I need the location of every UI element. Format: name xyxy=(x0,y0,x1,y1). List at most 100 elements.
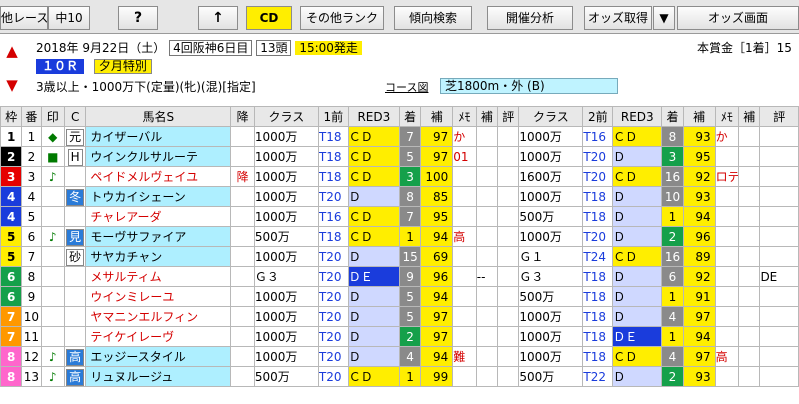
cell-r2: ＣＤ xyxy=(612,246,663,267)
column-header-10[interactable]: 補 xyxy=(420,106,454,127)
table-row[interactable]: 4 4 冬トウカイシェーン 1000万 T20 Ｄ 8 85 1000万 T18 Ｄ 10 93 xyxy=(0,186,799,207)
column-header-8[interactable]: RED3 xyxy=(347,106,400,127)
column-header-13[interactable]: 評 xyxy=(497,106,520,127)
cell-h1: 97 xyxy=(420,146,454,167)
cell-r1: Ｄ xyxy=(347,306,400,327)
cell-hb1 xyxy=(475,226,499,247)
cell-mark: ♪ xyxy=(40,346,66,367)
table-row[interactable]: 1 1 ◆ 元カイザーバル 1000万 T18 ＣＤ 7 97 か 1000万 T16 ＣＤ 8 93 か xyxy=(0,126,799,147)
table-row[interactable]: 8 12 ♪ 高エッジースタイル 1000万 T20 Ｄ 4 94 難 1000万 T18 ＣＤ 4 97 高 xyxy=(0,346,799,367)
column-header-12[interactable]: 補 xyxy=(475,106,499,127)
table-row[interactable]: 6 9 ウインミレーユ 1000万 T20 Ｄ 5 94 500万 T18 Ｄ 1 91 xyxy=(0,286,799,307)
odds-dropdown-button[interactable]: ▼ xyxy=(653,6,675,30)
help-button[interactable]: ? xyxy=(118,6,158,30)
cell-name[interactable]: ペイドメルヴェイユ xyxy=(85,166,232,187)
race-prize: 本賞金［1着］15 xyxy=(697,41,792,55)
column-header-6[interactable]: クラス xyxy=(253,106,319,127)
column-header-1[interactable]: 番 xyxy=(21,106,42,127)
table-row[interactable]: 4 5 チャレアーダ 1000万 T16 ＣＤ 7 95 500万 T18 Ｄ 1 94 xyxy=(0,206,799,227)
column-header-14[interactable]: クラス xyxy=(518,106,584,127)
cell-name[interactable]: チャレアーダ xyxy=(85,206,232,227)
cell-name[interactable]: サヤカチャン xyxy=(85,246,232,267)
column-header-18[interactable]: 補 xyxy=(682,106,716,127)
course-select-button[interactable]: 中10 xyxy=(48,6,90,30)
cell-mark xyxy=(40,186,66,207)
cell-t2: T18 xyxy=(582,186,614,207)
odds-fetch-button[interactable]: オッズ取得 xyxy=(584,6,652,30)
cell-waku: 8 xyxy=(0,366,23,387)
cell-cls2: 1000万 xyxy=(518,226,584,247)
cell-cls1: 1000万 xyxy=(253,286,319,307)
trend-search-button[interactable]: 傾向検索 xyxy=(394,6,472,30)
column-header-19[interactable]: ﾒﾓ xyxy=(714,106,740,127)
up-button[interactable]: ↑ xyxy=(198,6,238,30)
cell-name[interactable]: トウカイシェーン xyxy=(85,186,232,207)
cell-h1: 96 xyxy=(420,266,454,287)
column-header-0[interactable]: 枠 xyxy=(0,106,23,127)
cell-cls2: 500万 xyxy=(518,366,584,387)
column-header-9[interactable]: 着 xyxy=(398,106,422,127)
column-header-7[interactable]: 1前 xyxy=(317,106,349,127)
race-conditions: 3歳以上・1000万下(定量)(牝)(混)[指定] xyxy=(36,80,256,94)
cell-h2: 89 xyxy=(682,246,716,267)
cell-waku: 4 xyxy=(0,186,23,207)
cd-button[interactable]: CD xyxy=(246,6,292,30)
cell-name[interactable]: リュヌルージュ xyxy=(85,366,232,387)
table-row[interactable]: 8 13 ♪ 高リュヌルージュ 500万 T20 ＣＤ 1 99 500万 T22 Ｄ 2 93 xyxy=(0,366,799,387)
column-header-15[interactable]: 2前 xyxy=(582,106,614,127)
cell-t2: T22 xyxy=(582,366,614,387)
cell-name[interactable]: メサルティム xyxy=(85,266,232,287)
column-header-3[interactable]: C xyxy=(63,106,87,127)
cell-m2: か xyxy=(714,126,740,147)
cell-name[interactable]: カイザーバル xyxy=(85,126,232,147)
column-header-11[interactable]: ﾒﾓ xyxy=(452,106,477,127)
condition-badge: 砂 xyxy=(66,248,85,266)
cell-name[interactable]: ヤマニンエルフィン xyxy=(85,306,232,327)
cell-name[interactable]: エッジースタイル xyxy=(85,346,232,367)
other-rank-button[interactable]: その他ランク xyxy=(300,6,384,30)
table-row[interactable]: 6 8 メサルティム Ｇ３ T20 ＤＥ 9 96 -- Ｇ３ T18 Ｄ 6 92 DE xyxy=(0,266,799,287)
column-header-2[interactable]: 印 xyxy=(40,106,66,127)
cell-t2: T18 xyxy=(582,206,614,227)
cell-num: 3 xyxy=(21,166,42,187)
column-header-20[interactable]: 補 xyxy=(738,106,761,127)
course-map-link[interactable]: コース図 xyxy=(385,79,428,95)
cell-hb1 xyxy=(475,366,499,387)
cell-fall xyxy=(230,266,255,287)
cell-r1: ＣＤ xyxy=(347,126,400,147)
column-header-21[interactable]: 評 xyxy=(759,106,799,127)
cell-waku: 7 xyxy=(0,306,23,327)
cell-t1: T20 xyxy=(317,286,349,307)
cell-hb1 xyxy=(475,246,499,267)
column-header-4[interactable]: 馬名S xyxy=(85,106,232,127)
column-header-5[interactable]: 降 xyxy=(230,106,255,127)
cell-cls1: 1000万 xyxy=(253,326,319,347)
other-race-button[interactable]: 他レース xyxy=(0,6,48,30)
cell-name[interactable]: ウインミレーユ xyxy=(85,286,232,307)
cell-name[interactable]: ウインクルサルーテ xyxy=(85,146,232,167)
cell-hb1 xyxy=(475,286,499,307)
cell-mark: ♪ xyxy=(40,226,66,247)
column-header-17[interactable]: 着 xyxy=(661,106,684,127)
cell-t1: T20 xyxy=(317,326,349,347)
table-row[interactable]: 5 7 砂サヤカチャン 1000万 T20 Ｄ 15 69 Ｇ１ T24 ＣＤ 16 89 xyxy=(0,246,799,267)
cell-ch1: 1 xyxy=(398,226,422,247)
cell-t2: T20 xyxy=(582,166,614,187)
table-row[interactable]: 2 2 ■ H ウインクルサルーテ 1000万 T18 ＣＤ 5 97 01 1000万 T20 Ｄ 3 95 xyxy=(0,146,799,167)
cell-name[interactable]: モーヴサファイア xyxy=(85,226,232,247)
cell-t1: T20 xyxy=(317,266,349,287)
column-header-16[interactable]: RED3 xyxy=(612,106,663,127)
table-row[interactable]: 7 10 ヤマニンエルフィン 1000万 T20 Ｄ 5 97 1000万 T18 Ｄ 4 97 xyxy=(0,306,799,327)
prev-race-arrow-icon[interactable]: ▲ xyxy=(5,42,19,60)
table-row[interactable]: 5 6 ♪ 見モーヴサファイア 500万 T18 ＣＤ 1 94 高 1000万 T20 Ｄ 2 96 xyxy=(0,226,799,247)
toolbar: 他レース 中10? ↑ CD その他ランク 傾向検索 開催分析 オッズ取得 ▼ オッズ画面 xyxy=(0,0,799,34)
odds-screen-button[interactable]: オッズ画面 xyxy=(677,6,799,30)
cell-m1: か xyxy=(452,126,477,147)
table-row[interactable]: 7 11 テイケイレーヴ 1000万 T20 Ｄ 2 97 1000万 T18 ＤＥ 1 94 xyxy=(0,326,799,347)
cell-hb2 xyxy=(738,306,761,327)
cell-hb1 xyxy=(475,306,499,327)
meeting-analysis-button[interactable]: 開催分析 xyxy=(487,6,573,30)
table-row[interactable]: 3 3 ♪ ペイドメルヴェイユ降 1000万 T18 ＣＤ 3 100 1600万 T20 ＣＤ 16 9… xyxy=(0,166,799,187)
cell-name[interactable]: テイケイレーヴ xyxy=(85,326,232,347)
next-race-arrow-icon[interactable]: ▼ xyxy=(5,76,19,94)
